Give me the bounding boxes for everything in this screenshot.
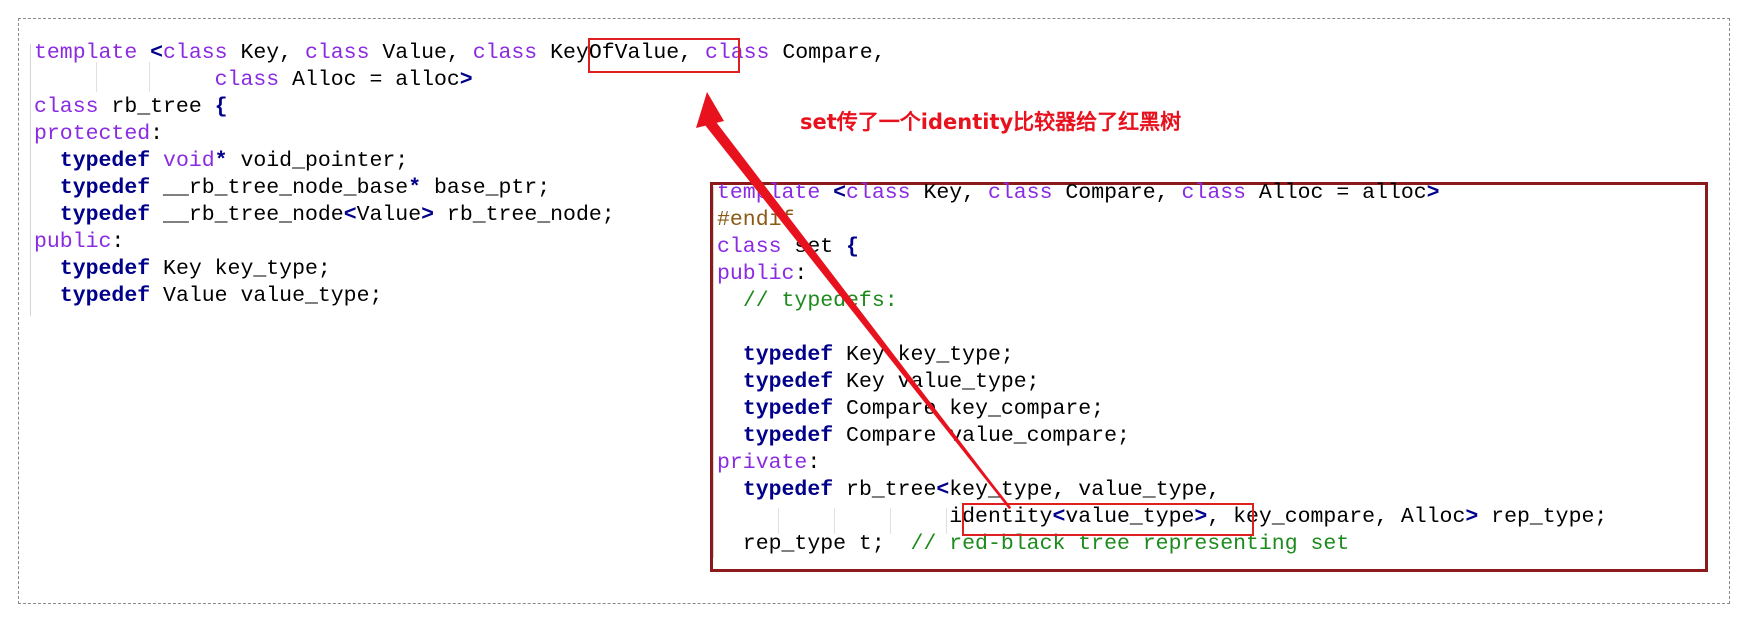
arrow-taper <box>701 118 1011 509</box>
annotation-arrow <box>696 92 1011 509</box>
